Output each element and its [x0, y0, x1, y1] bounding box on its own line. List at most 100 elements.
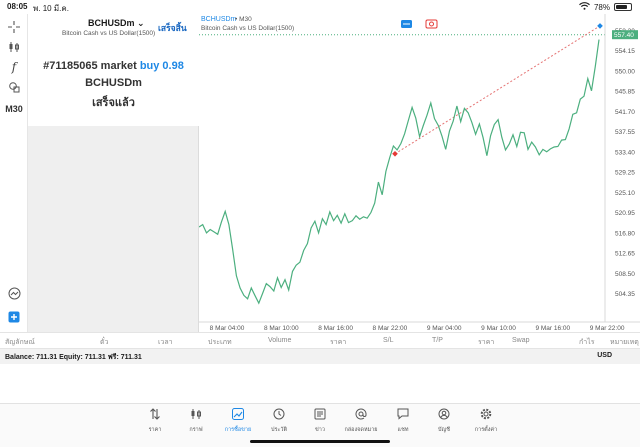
chart-timeframe: • M30 [235, 16, 252, 23]
tab-label: การซื้อขาย [224, 427, 252, 433]
x-tick-label: 8 Mar 04:00 [210, 325, 245, 332]
table-column-header[interactable]: Swap [512, 337, 530, 344]
x-tick-label: 9 Mar 22:00 [590, 325, 625, 332]
trade-icon [218, 408, 258, 424]
y-tick-label: 520.95 [615, 210, 635, 217]
balance-text: Balance: 711.31 Equity: 711.31 ฟรี: 711.… [5, 354, 142, 361]
order-result-status: เสร็จแล้ว [92, 97, 135, 109]
account-icon [424, 408, 464, 424]
wifi-icon [579, 2, 590, 12]
x-tick-label: 8 Mar 22:00 [373, 325, 408, 332]
y-tick-label: 545.85 [615, 89, 635, 96]
table-column-header[interactable]: เวลา [158, 337, 173, 348]
y-tick-label: 516.80 [615, 230, 635, 237]
tab-settings[interactable]: การตั้งค่า [466, 408, 506, 434]
table-column-header[interactable]: สัญลักษณ์ [5, 337, 35, 348]
order-result: BCHUSDm ⌄ Bitcoin Cash vs US Dollar(1500… [28, 14, 199, 126]
order-symbol-label: BCHUSDm [88, 18, 135, 28]
chart-settings-icon[interactable] [4, 284, 24, 302]
y-tick-label: 550.00 [615, 68, 635, 75]
order-side-volume: buy 0.98 [139, 60, 184, 72]
y-tick-label: 533.40 [615, 149, 635, 156]
x-tick-label: 9 Mar 10:00 [481, 325, 516, 332]
mail-icon [341, 408, 381, 424]
tab-quotes[interactable]: ราคา [135, 408, 175, 434]
home-indicator [250, 440, 390, 443]
order-ticket-line: #71185065 market buy 0.98 [28, 60, 199, 72]
x-tick-label: 8 Mar 10:00 [264, 325, 299, 332]
order-symbol-description: Bitcoin Cash vs US Dollar(1500) [62, 30, 156, 37]
battery-icon [614, 3, 632, 11]
table-column-header[interactable]: ตั๋ว [100, 337, 108, 348]
trade-table-header: สัญลักษณ์ ตั๋ว เวลา ประเภท Volume ราคา S/L T/P ร… [0, 332, 640, 349]
tab-chart[interactable]: กราฟ [176, 408, 216, 434]
chat-icon [383, 408, 423, 424]
table-column-header[interactable]: T/P [432, 337, 443, 344]
objects-icon[interactable] [4, 78, 24, 96]
table-column-header[interactable]: Volume [268, 337, 291, 344]
y-tick-label: 508.50 [615, 271, 635, 278]
indicators-icon[interactable]: f [4, 58, 24, 76]
y-tick-label: 525.10 [615, 190, 635, 197]
gear-icon [466, 408, 506, 424]
tab-label: แชท [397, 427, 409, 433]
y-tick-label: 512.65 [615, 251, 635, 258]
tab-accounts[interactable]: บัญชี [424, 408, 464, 434]
table-column-header[interactable]: S/L [383, 337, 394, 344]
quotes-icon [135, 408, 175, 424]
y-tick-label: 537.55 [615, 129, 635, 136]
y-tick-label: 554.15 [615, 48, 635, 55]
tab-mailbox[interactable]: กล่องจดหมาย [341, 408, 381, 434]
news-icon [300, 408, 340, 424]
price-series-line [199, 39, 600, 305]
trade-connector-line [394, 25, 601, 155]
x-tick-label: 8 Mar 16:00 [318, 325, 353, 332]
tab-label: กราฟ [189, 427, 203, 433]
y-tick-label: 541.70 [615, 109, 635, 116]
table-column-header[interactable]: ราคา [330, 337, 346, 348]
table-column-header[interactable]: ราคา [478, 337, 494, 348]
tab-label: บัญชี [438, 427, 450, 433]
price-chart-svg: 504.35 508.50 512.65 516.80 520.95 525.10 529.… [199, 14, 640, 332]
status-right: 78% [579, 2, 632, 12]
tab-label: ราคา [148, 427, 162, 433]
tab-label: ประวัติ [270, 427, 288, 433]
tab-history[interactable]: ประวัติ [259, 408, 299, 434]
balance-currency: USD [597, 352, 612, 359]
crosshair-icon[interactable] [4, 18, 24, 36]
chart-symbol: BCHUSDm [201, 16, 237, 23]
order-result-symbol: BCHUSDm [85, 77, 142, 89]
tab-chat[interactable]: แชท [383, 408, 423, 434]
x-tick-label: 9 Mar 04:00 [427, 325, 462, 332]
y-tick-label: 504.35 [615, 291, 635, 298]
y-tick-label: 529.25 [615, 170, 635, 177]
x-tick-label: 9 Mar 16:00 [535, 325, 570, 332]
price-chart[interactable]: 504.35 508.50 512.65 516.80 520.95 525.10 529.… [199, 14, 640, 332]
history-icon [259, 408, 299, 424]
tab-trade[interactable]: การซื้อขาย [218, 408, 258, 434]
battery-percent: 78% [593, 2, 610, 12]
done-button[interactable]: เสร็จสิ้น [158, 21, 187, 35]
table-column-header[interactable]: ประเภท [208, 337, 232, 348]
table-column-header[interactable]: หมายเหตุ [610, 337, 639, 348]
order-symbol-selector[interactable]: BCHUSDm ⌄ [88, 18, 145, 29]
candles-icon[interactable] [4, 38, 24, 56]
trade-entry-marker [392, 150, 398, 157]
order-ticket: #71185065 market [43, 60, 137, 72]
tab-label: การตั้งค่า [474, 427, 498, 433]
balance-row: Balance: 711.31 Equity: 711.31 ฟรี: 711.… [0, 349, 640, 364]
one-click-buy-icon[interactable] [401, 20, 412, 28]
tab-news[interactable]: ข่าว [300, 408, 340, 434]
tab-label: ข่าว [315, 427, 325, 433]
trade-exit-marker [597, 23, 603, 29]
chevron-down-icon: ⌄ [137, 18, 145, 28]
tab-label: กล่องจดหมาย [344, 427, 378, 433]
chart-toolbar: f M30 [0, 14, 28, 332]
timeframe-button[interactable]: M30 [4, 100, 24, 118]
order-panel: BCHUSDm ⌄ Bitcoin Cash vs US Dollar(1500… [28, 14, 199, 332]
trade-panel-icon[interactable] [4, 308, 24, 326]
table-column-header[interactable]: กำไร [579, 337, 594, 348]
chart-description: Bitcoin Cash vs US Dollar(1500) [201, 25, 294, 32]
one-click-sell-icon[interactable] [425, 19, 438, 29]
status-bar: 08:05 พ. 10 มี.ค. 78% [0, 0, 640, 14]
